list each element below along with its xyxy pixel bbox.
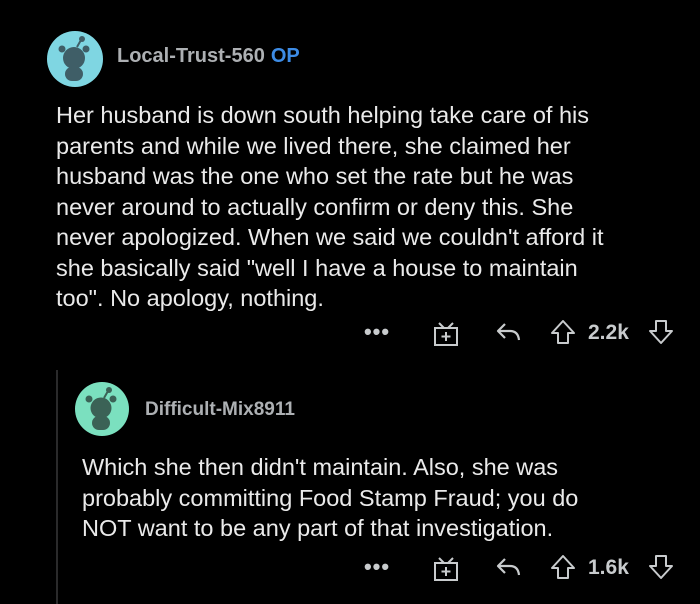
gift-icon <box>434 322 458 346</box>
op-badge: OP <box>270 45 300 67</box>
downvote-button[interactable] <box>646 317 676 347</box>
downvote-icon <box>649 555 673 579</box>
thread-line <box>56 370 58 604</box>
avatar[interactable] <box>47 31 103 87</box>
vote-score: 1.6k <box>588 556 629 579</box>
more-options-button[interactable]: ••• <box>362 319 392 344</box>
award-button[interactable] <box>432 318 460 348</box>
reply-icon <box>496 558 521 576</box>
reply-button[interactable] <box>493 553 523 581</box>
gift-icon <box>434 557 458 581</box>
username-text[interactable]: Difficult-Mix8911 <box>145 399 295 420</box>
reply-icon <box>496 323 521 341</box>
reply-button[interactable] <box>493 318 523 346</box>
more-options-button[interactable]: ••• <box>362 554 392 579</box>
more-icon: ••• <box>363 319 391 344</box>
more-icon: ••• <box>363 554 391 579</box>
upvote-icon <box>551 555 575 579</box>
username[interactable]: Difficult-Mix8911 <box>145 399 295 421</box>
award-button[interactable] <box>432 553 460 583</box>
snoo-avatar-icon <box>75 382 129 436</box>
downvote-button[interactable] <box>646 552 676 582</box>
comment-body: Which she then didn't maintain. Also, sh… <box>82 454 579 541</box>
upvote-button[interactable] <box>548 317 578 347</box>
username-text[interactable]: Local-Trust-560 <box>117 45 265 67</box>
username[interactable]: Local-Trust-560 OP <box>117 45 300 68</box>
vote-score: 2.2k <box>588 321 629 344</box>
comment-body: Her husband is down south helping take c… <box>56 102 604 311</box>
avatar[interactable] <box>75 382 129 436</box>
upvote-button[interactable] <box>548 552 578 582</box>
downvote-icon <box>649 320 673 344</box>
snoo-avatar-icon <box>47 31 103 87</box>
upvote-icon <box>551 320 575 344</box>
